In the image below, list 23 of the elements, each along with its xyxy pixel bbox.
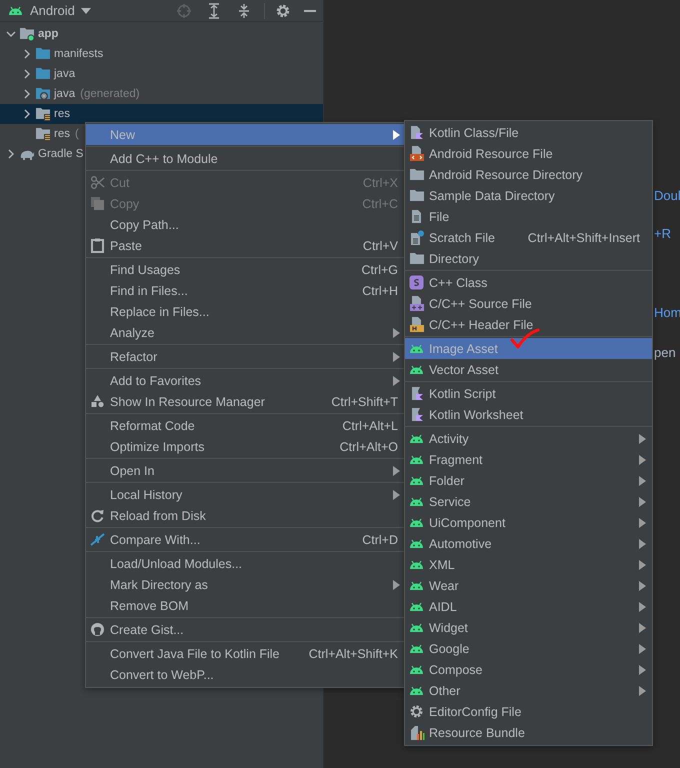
shortcut-label: Ctrl+Alt+Shift+Insert bbox=[528, 230, 640, 244]
shortcut-label: Ctrl+C bbox=[362, 196, 398, 210]
shortcut-label: Ctrl+D bbox=[362, 532, 398, 546]
hint-text: pen bbox=[654, 345, 677, 362]
shortcut-hint: Doul bbox=[654, 188, 680, 205]
tree-item-note: ( bbox=[74, 128, 79, 140]
shortcut-hint: +R bbox=[654, 226, 672, 243]
shortcut-label: Ctrl+Shift+T bbox=[331, 394, 398, 408]
shortcut-label: Ctrl+G bbox=[362, 262, 398, 276]
tree-item-label: java bbox=[54, 88, 76, 100]
tree-item-label: res bbox=[54, 108, 70, 120]
shortcut-label: Ctrl+Alt+Shift+K bbox=[308, 646, 398, 660]
tree-item-note: (generated) bbox=[80, 88, 140, 100]
shortcut-label: Ctrl+H bbox=[362, 284, 398, 298]
shortcut-label: Ctrl+V bbox=[362, 238, 398, 252]
shortcut-label: Ctrl+X bbox=[362, 176, 398, 190]
tree-item-label: app bbox=[38, 28, 58, 40]
tree-item-label: res bbox=[54, 128, 70, 140]
tree-item-label: manifests bbox=[54, 48, 104, 60]
shortcut-label: Ctrl+Alt+O bbox=[340, 440, 398, 454]
tree-item-label: Gradle S bbox=[38, 148, 84, 160]
shortcut-label: Ctrl+Alt+L bbox=[342, 418, 398, 432]
tree-item-label: java bbox=[54, 68, 76, 80]
